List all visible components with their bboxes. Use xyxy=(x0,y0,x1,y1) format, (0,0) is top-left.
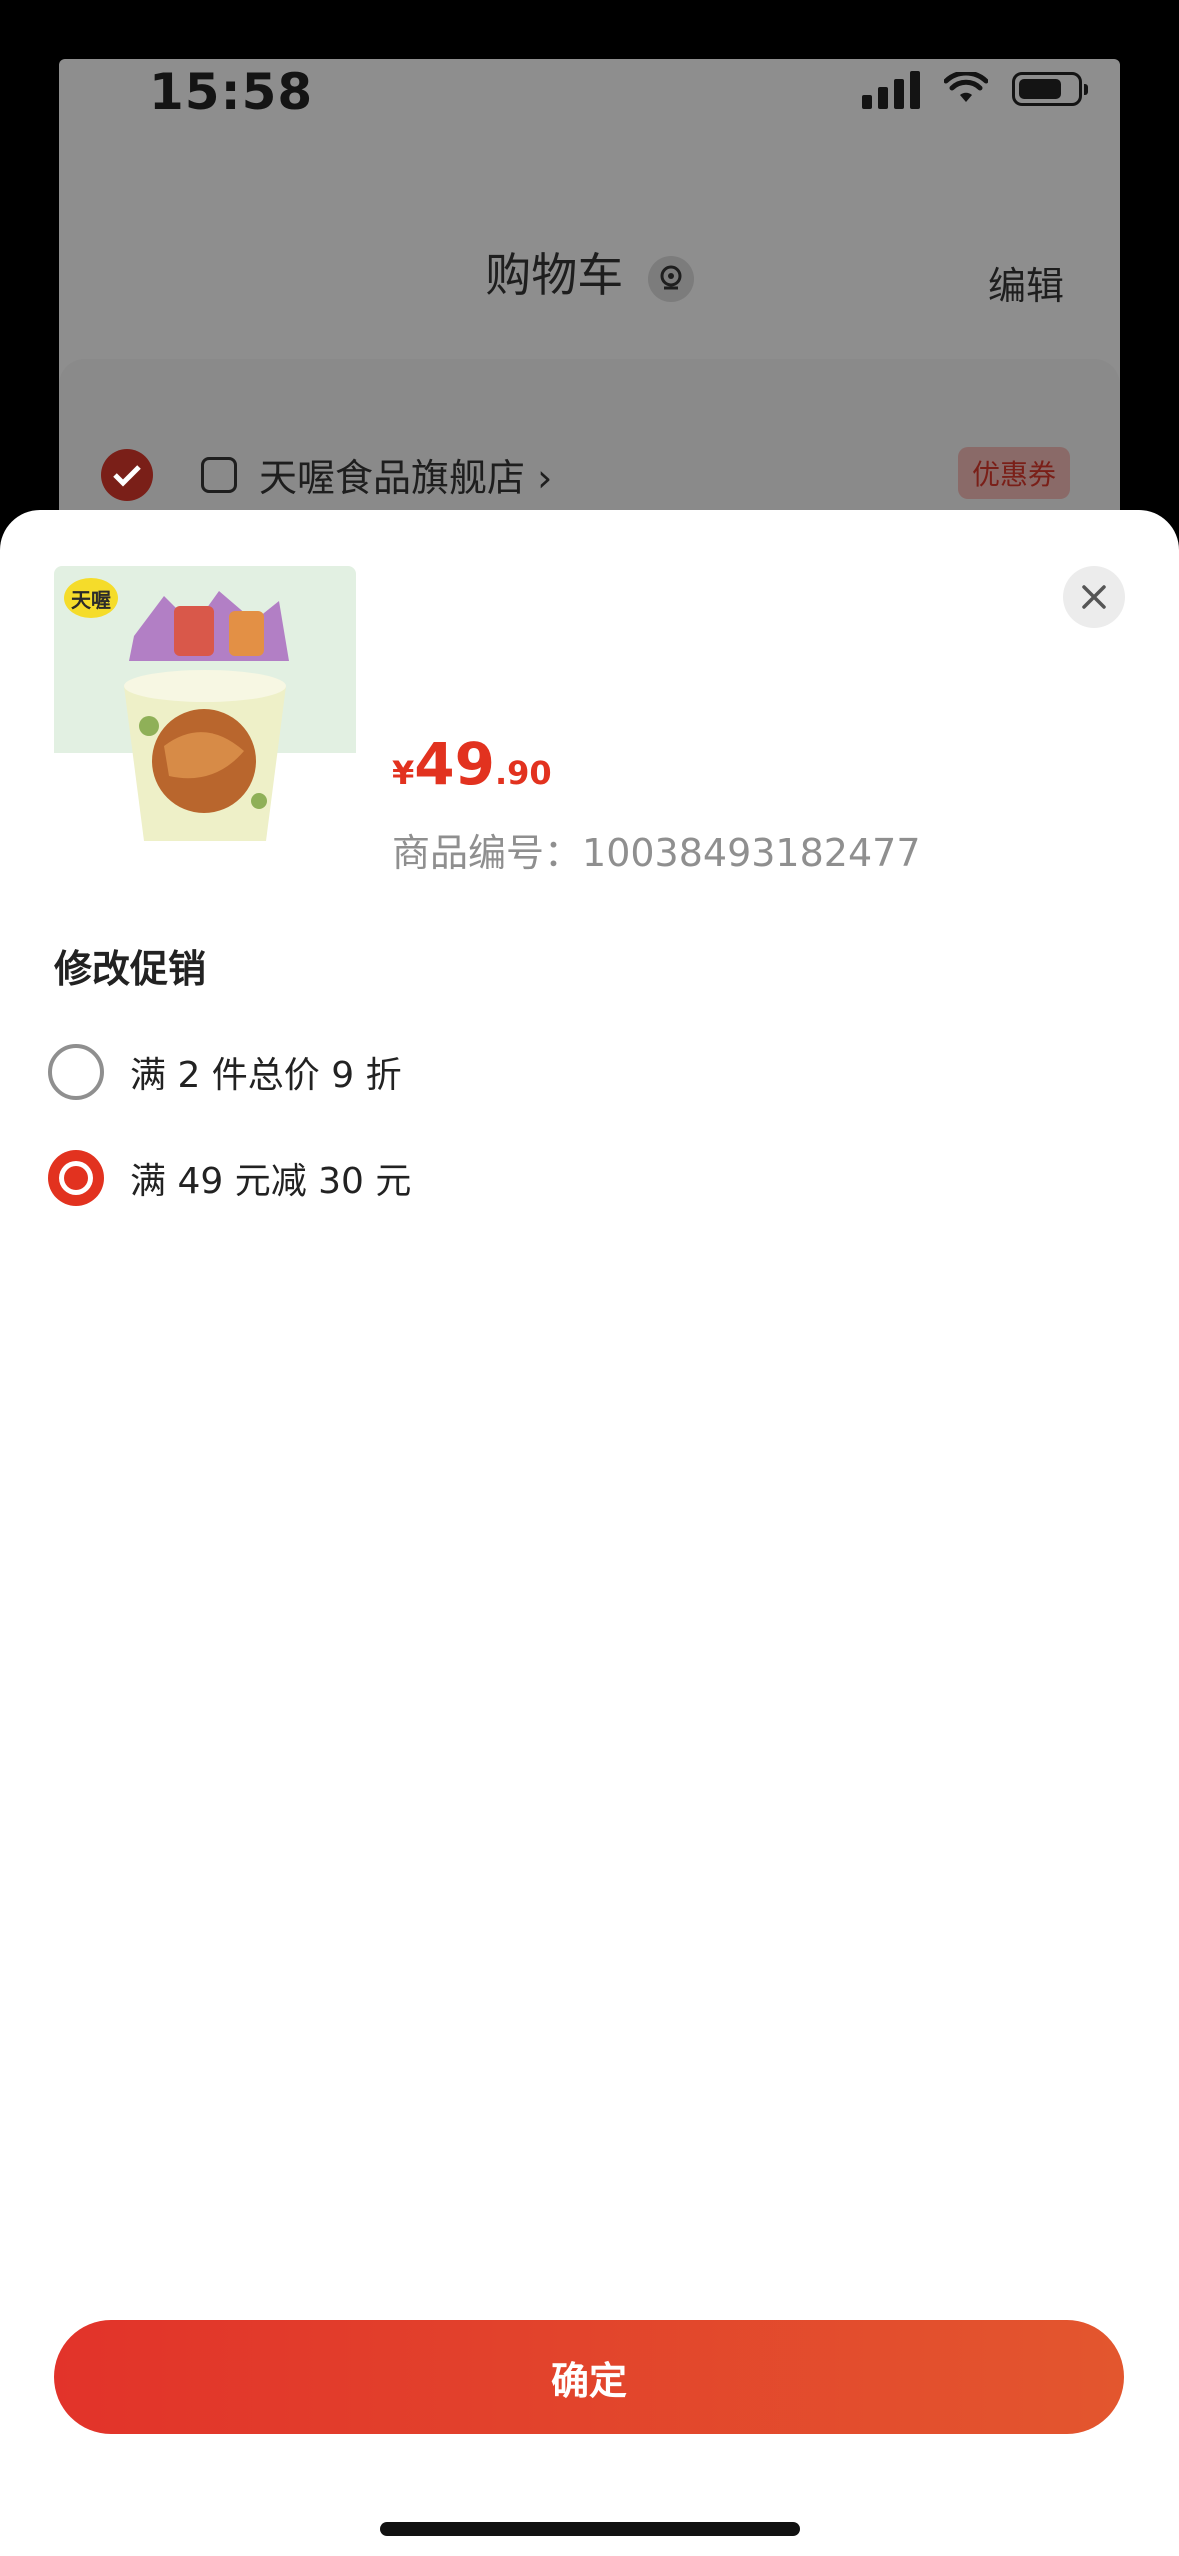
battery-icon xyxy=(1012,72,1088,106)
radio-selected-icon[interactable] xyxy=(48,1150,104,1206)
sku-label: 商品编号： xyxy=(392,831,583,875)
price-currency: ¥ xyxy=(392,754,415,792)
promotion-option-label: 满 49 元减 30 元 xyxy=(130,1161,412,1202)
snack-bucket-illustration xyxy=(124,591,289,841)
chevron-right-icon: › xyxy=(537,456,553,500)
promotion-option-reduction[interactable]: 满 49 元减 30 元 xyxy=(48,1150,411,1206)
cellular-signal-icon xyxy=(862,69,920,109)
home-indicator xyxy=(380,2522,800,2536)
store-name[interactable]: 天喔食品旗舰店 › xyxy=(259,447,552,502)
price-decimal: .90 xyxy=(494,754,552,792)
promotion-sheet: 天喔 ¥ 49 .90 商品编号：10038493182477 修改促销 满 2… xyxy=(0,510,1179,2556)
check-icon xyxy=(113,465,141,487)
store-icon xyxy=(201,457,237,493)
product-sku: 商品编号：10038493182477 xyxy=(392,822,921,877)
product-price: ¥ 49 .90 xyxy=(392,730,552,798)
promotion-section-title: 修改促销 xyxy=(54,947,207,991)
close-icon xyxy=(1082,585,1106,609)
store-select-checkbox[interactable] xyxy=(101,449,153,501)
edit-button[interactable]: 编辑 xyxy=(988,255,1064,310)
page-title-text: 购物车 xyxy=(485,248,624,302)
confirm-button[interactable]: 确定 xyxy=(54,2320,1124,2434)
status-icons xyxy=(862,69,1088,109)
wifi-icon xyxy=(944,72,988,102)
page-title: 购物车 xyxy=(59,239,1120,305)
promotion-option-label: 满 2 件总价 9 折 xyxy=(130,1055,402,1096)
price-integer: 49 xyxy=(414,730,495,798)
sku-value: 10038493182477 xyxy=(582,831,921,875)
radio-unselected-icon[interactable] xyxy=(48,1044,104,1100)
status-time: 15:58 xyxy=(149,63,314,121)
product-image: 天喔 xyxy=(54,566,356,868)
store-name-text: 天喔食品旗舰店 xyxy=(259,456,526,500)
close-button[interactable] xyxy=(1063,566,1125,628)
location-icon[interactable] xyxy=(647,255,694,302)
promotion-option-discount[interactable]: 满 2 件总价 9 折 xyxy=(48,1044,402,1100)
coupon-badge[interactable]: 优惠券 xyxy=(957,447,1070,499)
